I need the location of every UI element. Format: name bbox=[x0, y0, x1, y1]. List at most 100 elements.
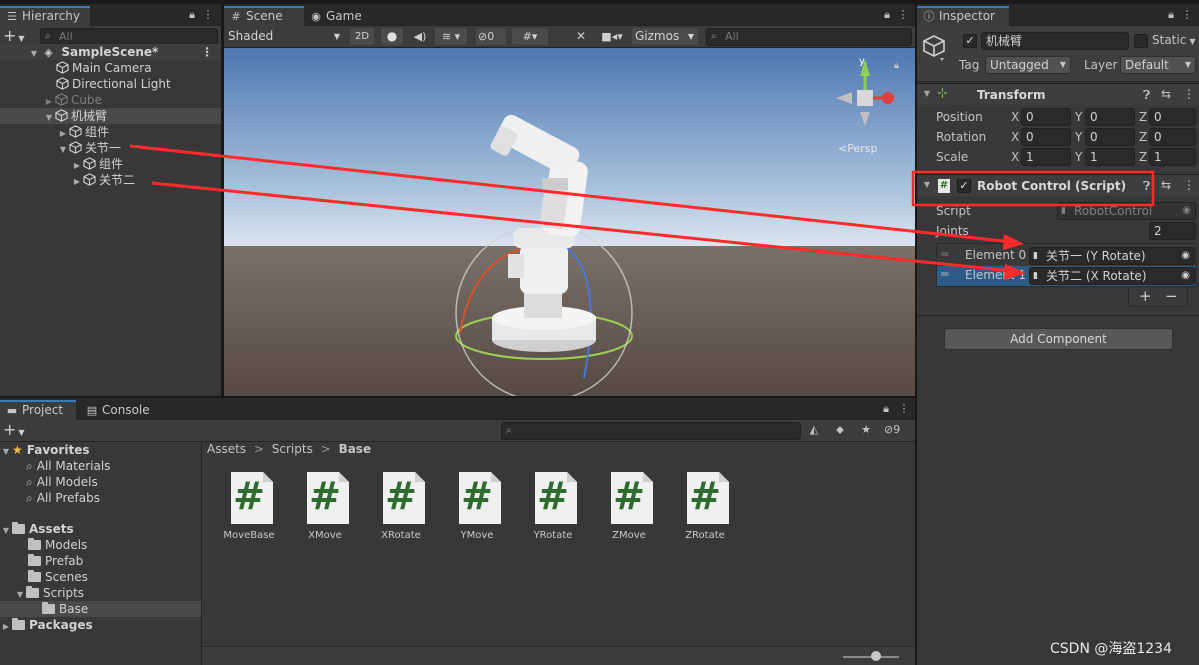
hierarchy-item-joint-two[interactable]: ▶ 关节二 bbox=[0, 172, 221, 188]
audio-toggle-icon[interactable]: ◀) bbox=[410, 28, 430, 45]
filter-by-type-icon[interactable]: ◭ bbox=[806, 422, 822, 438]
breadcrumb-assets[interactable]: Assets bbox=[207, 442, 246, 456]
favorite-all-models[interactable]: ⌕ All Models bbox=[0, 474, 201, 490]
favorite-star-icon[interactable]: ★ bbox=[858, 422, 874, 438]
object-name-input[interactable]: 机械臂 bbox=[981, 32, 1129, 50]
robot-control-header[interactable]: ▼ # ✓ Robot Control (Script) ❓︎ ⇆ ⋮ bbox=[917, 174, 1199, 196]
element-0-object-field[interactable]: ▮ 关节一 (Y Rotate) ◉ bbox=[1029, 247, 1195, 265]
static-checkbox[interactable] bbox=[1134, 34, 1148, 48]
favorite-all-materials[interactable]: ⌕ All Materials bbox=[0, 458, 201, 474]
object-picker-icon[interactable]: ◉ bbox=[1181, 268, 1190, 284]
tab-project[interactable]: ▬ Project bbox=[0, 400, 76, 420]
tag-dropdown[interactable]: Untagged bbox=[985, 56, 1071, 74]
favorite-all-prefabs[interactable]: ⌕ All Prefabs bbox=[0, 490, 201, 506]
more-options-icon[interactable]: ⋮ bbox=[896, 401, 912, 417]
favorites-header[interactable]: ▼ ★ Favorites bbox=[0, 442, 201, 458]
hierarchy-item-robot-arm[interactable]: ▼ 机械臂 bbox=[0, 108, 221, 124]
remove-element-button[interactable]: − bbox=[1165, 287, 1178, 305]
help-icon[interactable]: ❓︎ bbox=[1143, 179, 1150, 194]
more-options-icon[interactable]: ⋮ bbox=[895, 7, 911, 23]
add-component-button[interactable]: Add Component bbox=[944, 328, 1173, 350]
shading-mode-dropdown[interactable]: Shaded ▼ bbox=[224, 26, 344, 47]
asset-file-xrotate[interactable]: # XRotate bbox=[365, 470, 441, 550]
element-1-object-field[interactable]: ▮ 关节二 (X Rotate) ◉ bbox=[1029, 267, 1195, 285]
robot-control-enabled-checkbox[interactable]: ✓ bbox=[957, 179, 971, 193]
hierarchy-item-component[interactable]: ▶ 组件 bbox=[0, 124, 221, 140]
transform-header[interactable]: ▼ ⊹ Transform ❓︎ ⇆ ⋮ bbox=[917, 83, 1199, 105]
create-plus-button[interactable]: + ▼ bbox=[3, 27, 27, 45]
persp-label[interactable]: <Persp bbox=[838, 142, 877, 155]
lock-icon[interactable]: 🔒︎ bbox=[184, 7, 200, 23]
gameobject-cube-icon[interactable] bbox=[923, 34, 947, 62]
lighting-toggle-icon[interactable]: ● bbox=[381, 28, 403, 45]
active-checkbox[interactable]: ✓ bbox=[963, 34, 977, 48]
tab-inspector[interactable]: ⓘ Inspector bbox=[917, 6, 1009, 26]
hidden-objects-toggle[interactable]: ⊘0 bbox=[476, 28, 506, 45]
filter-by-label-icon[interactable]: ⬥ bbox=[832, 422, 848, 438]
tools-icon[interactable]: ✕ bbox=[572, 28, 590, 45]
object-picker-icon[interactable]: ◉ bbox=[1181, 248, 1190, 264]
position-x-field[interactable]: 0 bbox=[1021, 108, 1071, 126]
rotation-x-field[interactable]: 0 bbox=[1021, 128, 1071, 146]
scene-row[interactable]: ▼ ◈ SampleScene* ⋮ bbox=[0, 44, 221, 60]
effects-dropdown-icon[interactable]: ≋ ▾ bbox=[435, 28, 467, 45]
component-menu-icon[interactable]: ⋮ bbox=[1183, 178, 1195, 192]
position-y-field[interactable]: 0 bbox=[1085, 108, 1135, 126]
layer-dropdown[interactable]: Default bbox=[1120, 56, 1196, 74]
object-picker-icon[interactable]: ◉ bbox=[1182, 203, 1191, 219]
component-menu-icon[interactable]: ⋮ bbox=[1183, 87, 1195, 101]
asset-file-ymove[interactable]: # YMove bbox=[441, 470, 517, 550]
help-icon[interactable]: ❓︎ bbox=[1143, 88, 1150, 103]
drag-handle-icon[interactable]: ═ bbox=[941, 247, 948, 261]
tab-console[interactable]: ▤ Console bbox=[80, 400, 160, 420]
list-item[interactable]: ═ Element 1 ▮ 关节二 (X Rotate) ◉ bbox=[937, 266, 1195, 286]
hidden-packages-toggle[interactable]: ⊘9 bbox=[884, 423, 900, 436]
hierarchy-item-main-camera[interactable]: Main Camera bbox=[0, 60, 221, 76]
gizmos-dropdown[interactable]: Gizmos ▼ bbox=[632, 28, 698, 45]
list-item[interactable]: ═ Element 0 ▮ 关节一 (Y Rotate) ◉ bbox=[937, 246, 1195, 266]
toggle-2d-button[interactable]: 2D bbox=[350, 28, 374, 45]
static-dropdown[interactable]: Static ▼ bbox=[1152, 33, 1195, 47]
project-search-input[interactable]: ⌕ bbox=[501, 422, 801, 440]
script-object-field[interactable]: ▮ RobotControl ◉ bbox=[1057, 202, 1196, 220]
lock-icon[interactable]: 🔒︎ bbox=[879, 7, 895, 23]
icon-size-slider-thumb[interactable] bbox=[871, 651, 881, 661]
add-element-button[interactable]: + bbox=[1139, 287, 1152, 305]
folder-scenes[interactable]: Scenes bbox=[0, 569, 201, 585]
gizmo-lock-icon[interactable]: 🔒︎ bbox=[894, 61, 899, 71]
lock-icon[interactable]: 🔒︎ bbox=[878, 401, 894, 417]
position-z-field[interactable]: 0 bbox=[1149, 108, 1196, 126]
collapse-arrow-icon[interactable]: ▶ bbox=[71, 174, 83, 190]
preset-icon[interactable]: ⇆ bbox=[1161, 87, 1171, 101]
scene-options-icon[interactable]: ⋮ bbox=[201, 44, 213, 60]
breadcrumb-scripts[interactable]: Scripts bbox=[272, 442, 313, 456]
hierarchy-item-directional-light[interactable]: Directional Light bbox=[0, 76, 221, 92]
scale-x-field[interactable]: 1 bbox=[1021, 148, 1071, 166]
rotation-y-field[interactable]: 0 bbox=[1085, 128, 1135, 146]
hierarchy-item-component-2[interactable]: ▶ 组件 bbox=[0, 156, 221, 172]
preset-icon[interactable]: ⇆ bbox=[1161, 178, 1171, 192]
tab-hierarchy[interactable]: ☰ Hierarchy bbox=[0, 6, 90, 26]
scene-viewport[interactable]: y <Persp 🔒︎ bbox=[224, 48, 915, 396]
asset-file-zrotate[interactable]: # ZRotate bbox=[669, 470, 745, 550]
more-options-icon[interactable]: ⋮ bbox=[200, 7, 216, 23]
folder-models[interactable]: Models bbox=[0, 537, 201, 553]
tab-game[interactable]: ◉ Game bbox=[304, 6, 374, 26]
expand-arrow-icon[interactable]: ▼ bbox=[921, 180, 933, 189]
folder-base[interactable]: Base bbox=[0, 601, 201, 617]
grid-toggle-icon[interactable]: #▾ bbox=[512, 28, 548, 45]
lock-icon[interactable]: 🔒︎ bbox=[1163, 7, 1179, 23]
breadcrumb-base[interactable]: Base bbox=[339, 442, 372, 456]
assets-header[interactable]: ▼ Assets bbox=[0, 521, 201, 537]
scene-search-input[interactable]: ⌕ All bbox=[706, 28, 912, 46]
asset-file-zmove[interactable]: # ZMove bbox=[593, 470, 669, 550]
folder-scripts[interactable]: ▼ Scripts bbox=[0, 585, 201, 601]
hierarchy-item-joint-one[interactable]: ▼ 关节一 bbox=[0, 140, 221, 156]
drag-handle-icon[interactable]: ═ bbox=[941, 267, 948, 281]
rotation-z-field[interactable]: 0 bbox=[1149, 128, 1196, 146]
scale-y-field[interactable]: 1 bbox=[1085, 148, 1135, 166]
asset-file-yrotate[interactable]: # YRotate bbox=[517, 470, 593, 550]
hierarchy-item-cube[interactable]: ▶ Cube bbox=[0, 92, 221, 108]
camera-dropdown-icon[interactable]: ■◂▾ bbox=[597, 28, 627, 45]
create-plus-button[interactable]: + ▼ bbox=[3, 421, 27, 439]
